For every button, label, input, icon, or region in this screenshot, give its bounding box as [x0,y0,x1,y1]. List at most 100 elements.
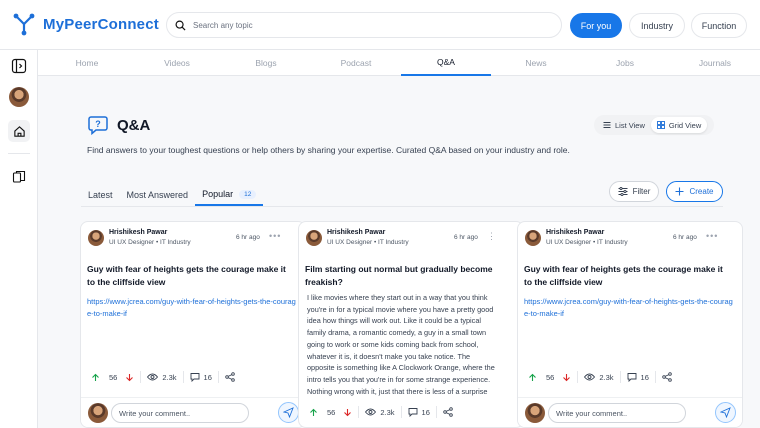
nav-jobs[interactable]: Jobs [580,50,670,76]
upvote-icon[interactable] [91,373,100,382]
collapse-sidebar-icon[interactable] [9,56,29,76]
author-name[interactable]: Hrishikesh Pawar [109,229,167,236]
filter-button[interactable]: Filter [609,181,659,202]
downvote-icon[interactable] [125,373,134,382]
user-avatar[interactable] [9,87,29,107]
views-group: 2.3k [365,408,395,417]
comment-bar [518,397,742,427]
author-role: UI UX Designer • IT Industry [327,239,409,246]
pages-icon[interactable] [9,167,29,187]
plus-icon [675,187,684,196]
logo-icon [13,13,35,36]
content-nav: Home Videos Blogs Podcast Q&A News Jobs … [38,50,760,76]
views-count: 2.3k [599,372,614,382]
nav-videos[interactable]: Videos [132,50,222,76]
downvote-icon[interactable] [343,408,352,417]
tabs-divider [81,206,723,207]
create-button[interactable]: Create [666,181,723,202]
tab-latest[interactable]: Latest [81,184,120,206]
question-link[interactable]: https://www.jcrea.com/guy-with-fear-of-h… [524,296,734,319]
tab-popular[interactable]: Popular 12 [195,184,264,206]
app-logo[interactable]: MyPeerConnect [12,12,159,36]
question-title[interactable]: Guy with fear of heights gets the courag… [524,263,730,288]
feed-industry[interactable]: Industry [629,13,685,38]
action-separator [217,371,219,383]
upvote-count: 56 [327,407,336,417]
home-icon[interactable] [8,120,30,142]
answers-count: 16 [421,407,430,417]
question-body: I like movies where they start out in a … [307,293,495,396]
feed-for-you[interactable]: For you [570,13,622,38]
grid-icon [656,121,665,129]
answers-count: 16 [203,372,212,382]
author-name[interactable]: Hrishikesh Pawar [546,229,604,236]
action-separator [435,406,437,418]
views-group: 2.3k [584,372,614,382]
question-card[interactable]: Hrishikesh Pawar UI UX Designer • IT Ind… [298,221,524,428]
upvote-count: 56 [109,372,118,382]
nav-podcast[interactable]: Podcast [311,50,401,76]
share-icon[interactable] [225,372,235,382]
search-input[interactable] [193,20,493,30]
more-options-icon[interactable]: ••• [706,231,718,241]
tab-most-answered[interactable]: Most Answered [120,184,196,206]
question-title[interactable]: Film starting out normal but gradually b… [305,263,511,288]
eye-icon [147,373,159,381]
action-separator [577,371,579,383]
author-avatar[interactable] [88,230,104,246]
share-icon[interactable] [443,407,453,417]
answers-group[interactable]: 16 [627,372,649,382]
upvote-count: 56 [546,372,555,382]
nav-qa[interactable]: Q&A [401,50,491,76]
question-title[interactable]: Guy with fear of heights gets the courag… [87,263,293,288]
comment-bar [81,397,305,427]
page-description: Find answers to your toughest questions … [87,145,570,155]
upvote-icon[interactable] [528,373,537,382]
question-link[interactable]: https://www.jcrea.com/guy-with-fear-of-h… [87,296,297,319]
question-card[interactable]: Hrishikesh Pawar UI UX Designer • IT Ind… [80,221,306,428]
share-icon[interactable] [662,372,672,382]
comment-input[interactable] [111,403,249,423]
search-icon [175,20,186,31]
more-options-icon[interactable]: ⋮ [487,231,497,242]
comment-input[interactable] [548,403,686,423]
grid-view-button[interactable]: Grid View [650,117,708,133]
page-title: Q&A [117,116,151,134]
action-separator [619,371,621,383]
search-bar[interactable] [166,12,562,38]
grid-view-label: Grid View [668,120,702,130]
list-view-button[interactable]: List View [597,117,651,133]
comment-icon [190,373,199,382]
author-avatar[interactable] [525,230,541,246]
answers-group[interactable]: 16 [190,372,212,382]
commenter-avatar [525,403,545,423]
question-card[interactable]: Hrishikesh Pawar UI UX Designer • IT Ind… [517,221,743,428]
nav-blogs[interactable]: Blogs [221,50,311,76]
sidebar-divider [8,153,30,154]
author-avatar[interactable] [306,230,322,246]
card-actions: 56 2.3k 16 [91,371,235,383]
nav-journals[interactable]: Journals [670,50,760,76]
answers-count: 16 [640,372,649,382]
popular-count-badge: 12 [239,189,257,199]
view-switcher: List View Grid View [594,115,714,135]
downvote-icon[interactable] [562,373,571,382]
nav-news[interactable]: News [491,50,581,76]
comment-icon [408,408,417,417]
send-button[interactable] [278,402,299,423]
filter-icon [618,187,628,196]
create-label: Create [689,187,714,196]
feed-function[interactable]: Function [691,13,747,38]
card-actions: 56 2.3k 16 [528,371,672,383]
author-name[interactable]: Hrishikesh Pawar [327,229,385,236]
send-button[interactable] [715,402,736,423]
left-sidebar [0,50,38,428]
qa-tabs: Latest Most Answered Popular 12 [81,184,264,208]
nav-home[interactable]: Home [42,50,132,76]
send-icon [283,407,294,418]
comment-icon [627,373,636,382]
more-options-icon[interactable]: ••• [269,231,281,241]
list-view-label: List View [615,120,645,130]
answers-group[interactable]: 16 [408,407,430,417]
upvote-icon[interactable] [309,408,318,417]
